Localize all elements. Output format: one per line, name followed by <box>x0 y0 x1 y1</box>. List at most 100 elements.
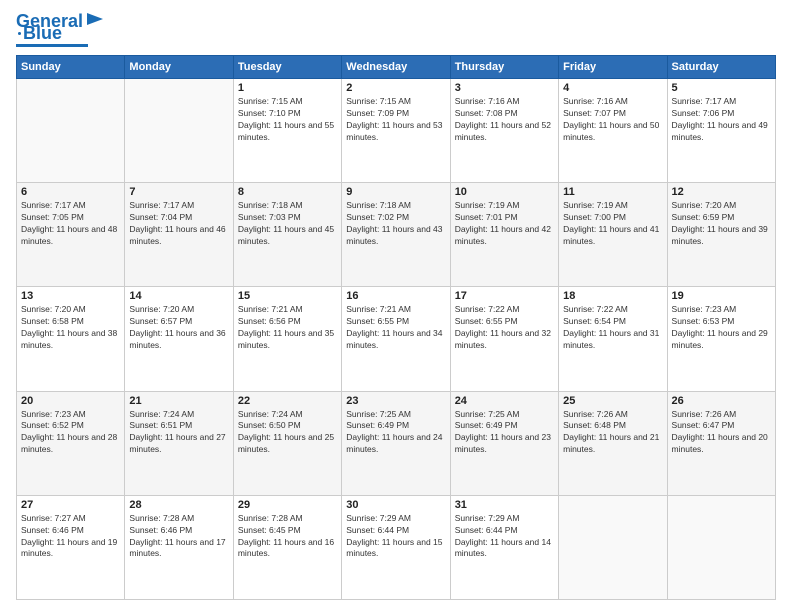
calendar-cell <box>17 79 125 183</box>
cell-info: Sunrise: 7:20 AMSunset: 6:57 PMDaylight:… <box>129 304 228 352</box>
calendar-cell: 24Sunrise: 7:25 AMSunset: 6:49 PMDayligh… <box>450 391 558 495</box>
calendar-cell: 1 Sunrise: 7:15 AMSunset: 7:10 PMDaylight… <box>233 79 341 183</box>
calendar-table: SundayMondayTuesdayWednesdayThursdayFrid… <box>16 55 776 600</box>
col-header-monday: Monday <box>125 56 233 79</box>
day-number: 26 <box>672 395 771 407</box>
cell-info: Sunrise: 7:21 AMSunset: 6:56 PMDaylight:… <box>238 304 337 352</box>
cell-info: Sunrise: 7:15 AMSunset: 7:10 PMDaylight:… <box>238 96 337 144</box>
day-number: 19 <box>672 290 771 302</box>
cell-info: Sunrise: 7:24 AMSunset: 6:50 PMDaylight:… <box>238 409 337 457</box>
day-number: 7 <box>129 186 228 198</box>
day-number: 3 <box>455 82 554 94</box>
calendar-cell <box>125 79 233 183</box>
calendar-cell: 20 Sunrise: 7:23 AMSunset: 6:52 PMDayligh… <box>17 391 125 495</box>
day-number: 2 <box>346 82 445 94</box>
day-number: 12 <box>672 186 771 198</box>
calendar-cell: 13 Sunrise: 7:20 AMSunset: 6:58 PMDayligh… <box>17 287 125 391</box>
page: General Blue SundayMondayTuesdayWednesda… <box>0 0 792 612</box>
header: General Blue <box>16 12 776 47</box>
logo-blue-text: Blue <box>23 24 62 42</box>
day-number: 31 <box>455 499 554 511</box>
calendar-cell: 27 Sunrise: 7:27 AMSunset: 6:46 PMDayligh… <box>17 495 125 599</box>
day-number: 11 <box>563 186 662 198</box>
cell-info: Sunrise: 7:20 AMSunset: 6:58 PMDaylight:… <box>21 304 120 352</box>
cell-info: Sunrise: 7:25 AMSunset: 6:49 PMDaylight:… <box>346 409 445 457</box>
calendar-header-row: SundayMondayTuesdayWednesdayThursdayFrid… <box>17 56 776 79</box>
cell-info: Sunrise: 7:29 AMSunset: 6:44 PMDaylight:… <box>455 513 554 561</box>
day-number: 22 <box>238 395 337 407</box>
cell-info: Sunrise: 7:27 AMSunset: 6:46 PMDaylight:… <box>21 513 120 561</box>
calendar-cell: 25 Sunrise: 7:26 AMSunset: 6:48 PMDayligh… <box>559 391 667 495</box>
calendar-cell: 4 Sunrise: 7:16 AMSunset: 7:07 PMDaylight… <box>559 79 667 183</box>
cell-info: Sunrise: 7:28 AMSunset: 6:45 PMDaylight:… <box>238 513 337 561</box>
calendar-cell: 31 Sunrise: 7:29 AMSunset: 6:44 PMDayligh… <box>450 495 558 599</box>
day-number: 4 <box>563 82 662 94</box>
calendar-cell: 14 Sunrise: 7:20 AMSunset: 6:57 PMDayligh… <box>125 287 233 391</box>
calendar-cell: 21Sunrise: 7:24 AMSunset: 6:51 PMDayligh… <box>125 391 233 495</box>
col-header-thursday: Thursday <box>450 56 558 79</box>
day-number: 29 <box>238 499 337 511</box>
calendar-cell: 29 Sunrise: 7:28 AMSunset: 6:45 PMDayligh… <box>233 495 341 599</box>
calendar-cell: 22 Sunrise: 7:24 AMSunset: 6:50 PMDayligh… <box>233 391 341 495</box>
col-header-saturday: Saturday <box>667 56 775 79</box>
week-row-1: 1 Sunrise: 7:15 AMSunset: 7:10 PMDaylight… <box>17 79 776 183</box>
day-number: 27 <box>21 499 120 511</box>
calendar-cell: 19 Sunrise: 7:23 AMSunset: 6:53 PMDayligh… <box>667 287 775 391</box>
logo: General Blue <box>16 12 105 47</box>
calendar-cell: 3 Sunrise: 7:16 AMSunset: 7:08 PMDaylight… <box>450 79 558 183</box>
calendar-cell: 15Sunrise: 7:21 AMSunset: 6:56 PMDayligh… <box>233 287 341 391</box>
cell-info: Sunrise: 7:23 AMSunset: 6:52 PMDaylight:… <box>21 409 120 457</box>
day-number: 18 <box>563 290 662 302</box>
week-row-3: 13 Sunrise: 7:20 AMSunset: 6:58 PMDayligh… <box>17 287 776 391</box>
day-number: 14 <box>129 290 228 302</box>
calendar-cell: 7 Sunrise: 7:17 AMSunset: 7:04 PMDaylight… <box>125 183 233 287</box>
cell-info: Sunrise: 7:21 AMSunset: 6:55 PMDaylight:… <box>346 304 445 352</box>
day-number: 6 <box>21 186 120 198</box>
cell-info: Sunrise: 7:22 AMSunset: 6:55 PMDaylight:… <box>455 304 554 352</box>
col-header-friday: Friday <box>559 56 667 79</box>
cell-info: Sunrise: 7:19 AMSunset: 7:01 PMDaylight:… <box>455 200 554 248</box>
cell-info: Sunrise: 7:23 AMSunset: 6:53 PMDaylight:… <box>672 304 771 352</box>
calendar-cell: 9 Sunrise: 7:18 AMSunset: 7:02 PMDaylight… <box>342 183 450 287</box>
day-number: 24 <box>455 395 554 407</box>
cell-info: Sunrise: 7:19 AMSunset: 7:00 PMDaylight:… <box>563 200 662 248</box>
week-row-2: 6Sunrise: 7:17 AMSunset: 7:05 PMDaylight… <box>17 183 776 287</box>
day-number: 8 <box>238 186 337 198</box>
cell-info: Sunrise: 7:18 AMSunset: 7:03 PMDaylight:… <box>238 200 337 248</box>
calendar-cell: 17Sunrise: 7:22 AMSunset: 6:55 PMDayligh… <box>450 287 558 391</box>
cell-info: Sunrise: 7:26 AMSunset: 6:48 PMDaylight:… <box>563 409 662 457</box>
cell-info: Sunrise: 7:16 AMSunset: 7:07 PMDaylight:… <box>563 96 662 144</box>
day-number: 30 <box>346 499 445 511</box>
calendar-cell <box>667 495 775 599</box>
calendar-cell <box>559 495 667 599</box>
calendar-cell: 16 Sunrise: 7:21 AMSunset: 6:55 PMDayligh… <box>342 287 450 391</box>
col-header-wednesday: Wednesday <box>342 56 450 79</box>
cell-info: Sunrise: 7:18 AMSunset: 7:02 PMDaylight:… <box>346 200 445 248</box>
day-number: 23 <box>346 395 445 407</box>
day-number: 10 <box>455 186 554 198</box>
day-number: 20 <box>21 395 120 407</box>
week-row-5: 27 Sunrise: 7:27 AMSunset: 6:46 PMDayligh… <box>17 495 776 599</box>
cell-info: Sunrise: 7:26 AMSunset: 6:47 PMDaylight:… <box>672 409 771 457</box>
logo-arrow-icon <box>85 9 105 29</box>
cell-info: Sunrise: 7:16 AMSunset: 7:08 PMDaylight:… <box>455 96 554 144</box>
day-number: 16 <box>346 290 445 302</box>
calendar-cell: 11 Sunrise: 7:19 AMSunset: 7:00 PMDayligh… <box>559 183 667 287</box>
col-header-tuesday: Tuesday <box>233 56 341 79</box>
cell-info: Sunrise: 7:17 AMSunset: 7:04 PMDaylight:… <box>129 200 228 248</box>
day-number: 28 <box>129 499 228 511</box>
calendar-cell: 6Sunrise: 7:17 AMSunset: 7:05 PMDaylight… <box>17 183 125 287</box>
cell-info: Sunrise: 7:28 AMSunset: 6:46 PMDaylight:… <box>129 513 228 561</box>
calendar-cell: 28 Sunrise: 7:28 AMSunset: 6:46 PMDayligh… <box>125 495 233 599</box>
day-number: 9 <box>346 186 445 198</box>
cell-info: Sunrise: 7:20 AMSunset: 6:59 PMDaylight:… <box>672 200 771 248</box>
day-number: 1 <box>238 82 337 94</box>
week-row-4: 20 Sunrise: 7:23 AMSunset: 6:52 PMDayligh… <box>17 391 776 495</box>
logo-line <box>16 44 88 47</box>
calendar-cell: 8 Sunrise: 7:18 AMSunset: 7:03 PMDaylight… <box>233 183 341 287</box>
calendar-cell: 5Sunrise: 7:17 AMSunset: 7:06 PMDaylight… <box>667 79 775 183</box>
cell-info: Sunrise: 7:17 AMSunset: 7:06 PMDaylight:… <box>672 96 771 144</box>
day-number: 25 <box>563 395 662 407</box>
day-number: 13 <box>21 290 120 302</box>
cell-info: Sunrise: 7:24 AMSunset: 6:51 PMDaylight:… <box>129 409 228 457</box>
